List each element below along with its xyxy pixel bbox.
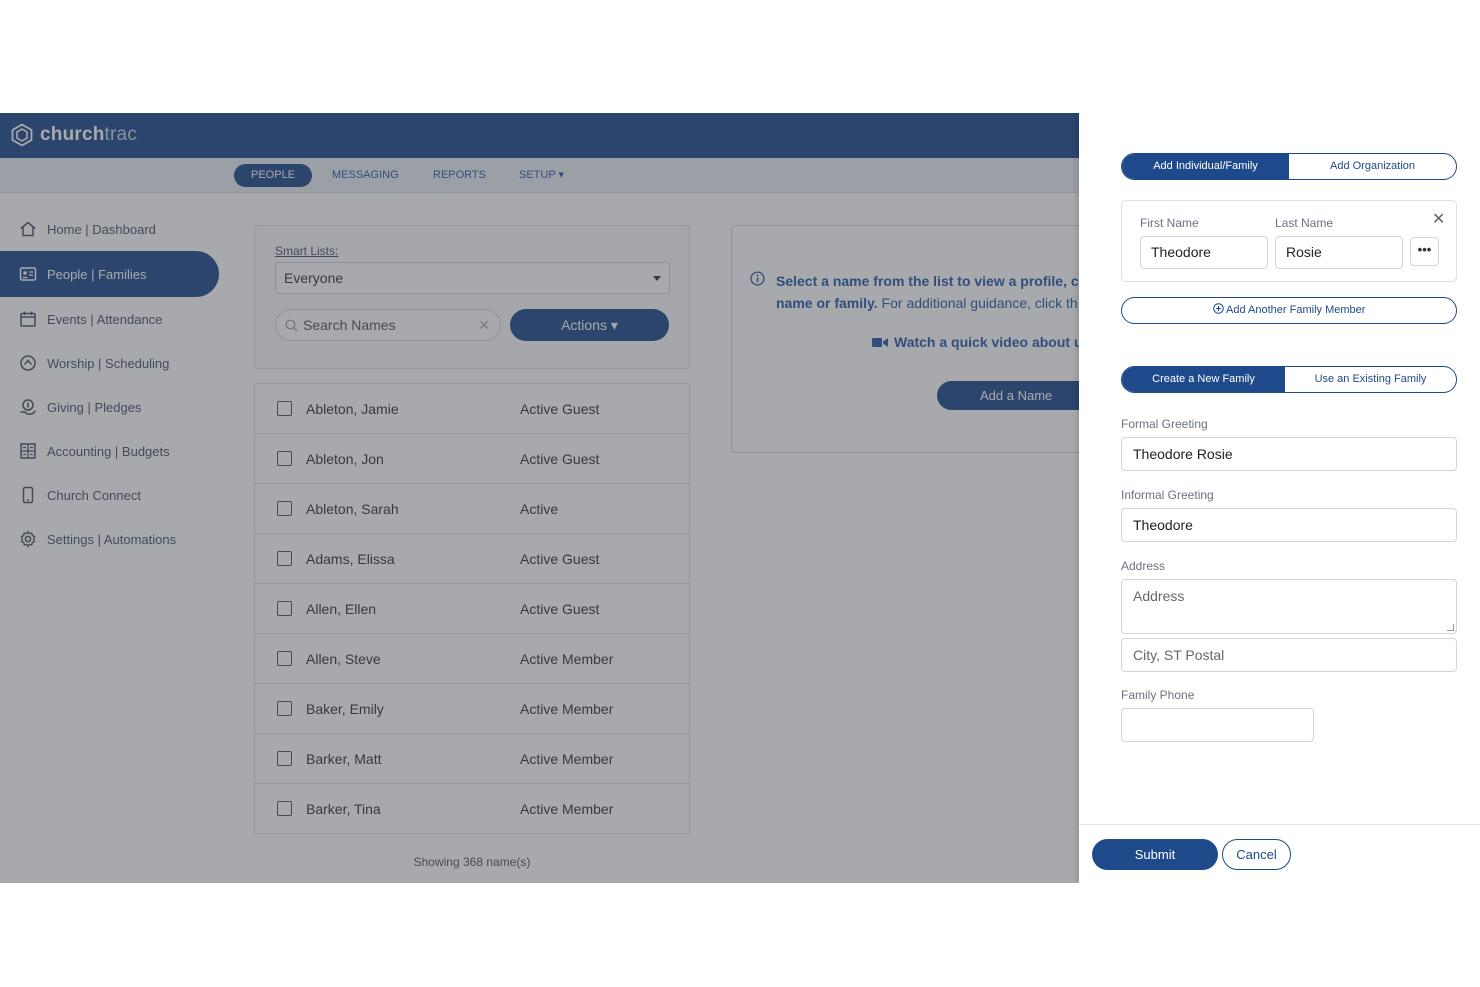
family-phone-field[interactable] (1121, 708, 1314, 742)
tab-use-existing-family[interactable]: Use an Existing Family (1285, 367, 1456, 392)
tab-create-new-family[interactable]: Create a New Family (1122, 367, 1285, 392)
last-name-field[interactable]: Rosie (1275, 236, 1403, 269)
resize-handle-icon[interactable] (1447, 624, 1454, 631)
formal-greeting-label: Formal Greeting (1121, 417, 1208, 431)
tab-add-organization[interactable]: Add Organization (1289, 154, 1456, 179)
plus-circle-icon (1212, 303, 1224, 314)
add-family-member-label: Add Another Family Member (1226, 304, 1366, 316)
city-state-postal-field[interactable]: City, ST Postal (1121, 638, 1457, 672)
informal-greeting-field[interactable]: Theodore (1121, 508, 1457, 542)
address-field[interactable]: Address (1121, 579, 1457, 634)
formal-greeting-field[interactable]: Theodore Rosie (1121, 437, 1457, 471)
first-name-field[interactable]: Theodore (1140, 236, 1268, 269)
page: churchtrac PEOPLE MESSAGING REPORTS SETU… (0, 0, 1480, 987)
footer-divider (1079, 824, 1480, 825)
add-family-member-button[interactable]: Add Another Family Member (1121, 297, 1457, 324)
close-icon[interactable]: ✕ (1432, 209, 1445, 229)
family-phone-label: Family Phone (1121, 688, 1195, 702)
more-options-button[interactable]: ••• (1410, 237, 1439, 266)
submit-button[interactable]: Submit (1092, 839, 1218, 870)
family-member-card: First Name Last Name ✕ Theodore Rosie ••… (1121, 200, 1457, 282)
app-window: churchtrac PEOPLE MESSAGING REPORTS SETU… (0, 113, 1480, 883)
address-placeholder: Address (1133, 588, 1185, 604)
add-person-panel: Add Individual/Family Add Organization F… (1079, 113, 1480, 883)
cancel-button[interactable]: Cancel (1222, 839, 1291, 870)
modal-backdrop[interactable] (0, 113, 1080, 883)
entity-type-toggle: Add Individual/Family Add Organization (1121, 153, 1457, 180)
informal-greeting-label: Informal Greeting (1121, 488, 1214, 502)
family-mode-toggle: Create a New Family Use an Existing Fami… (1121, 366, 1457, 393)
tab-add-individual-family[interactable]: Add Individual/Family (1122, 154, 1289, 179)
first-name-label: First Name (1140, 216, 1199, 230)
address-label: Address (1121, 559, 1166, 573)
last-name-label: Last Name (1275, 216, 1334, 230)
